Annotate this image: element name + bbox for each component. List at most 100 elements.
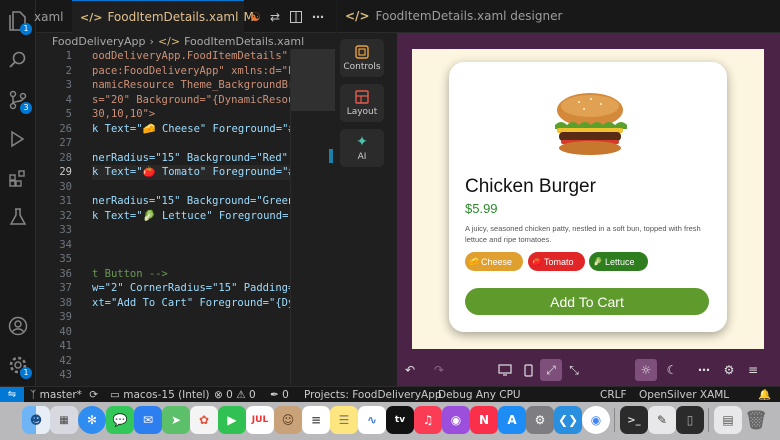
editor-tab-bar: xaml </> FoodItemDetails.xaml M ☯ ⇄ ⋯ [34,0,336,33]
ingredient-chip-cheese: 🧀 Cheese [465,252,523,271]
facetime-icon[interactable]: ▶ [218,406,246,434]
build-config[interactable]: Debug Any CPU [438,387,521,403]
notes-icon[interactable]: ☰ [330,406,358,434]
line-number: 36 [59,267,72,280]
settings-gear-icon[interactable]: 1 [7,354,32,379]
podcasts-icon[interactable]: ◉ [442,406,470,434]
news-icon[interactable]: N [470,406,498,434]
page-preview[interactable]: Chicken Burger $5.99 A juicy, seasoned c… [412,49,764,349]
source-control-icon[interactable]: 3 [7,89,32,114]
undo-icon[interactable]: ↶ [399,359,421,381]
line-number: 4 [65,93,72,106]
lettuce-icon: 🥬 [593,257,603,266]
notifications-bell-icon[interactable]: 🔔 [758,387,771,403]
minimap[interactable] [290,49,336,386]
line-number: 33 [59,224,72,236]
testing-icon[interactable] [7,206,29,228]
code-editor[interactable]: 1 2 3 4 5 26 27 28 29 30 31 32 33 34 35 … [36,49,290,386]
minimap-slider[interactable] [291,49,335,111]
target-indicator[interactable]: ▭ macos-15 (Intel) [110,387,210,403]
ai-button[interactable]: ✦ AI [340,129,384,167]
messages-icon[interactable]: 💬 [106,406,134,434]
freeform-icon[interactable]: ∿ [358,406,386,434]
terminal-icon[interactable]: >_ [620,406,648,434]
ports-indicator[interactable]: ✒ 0 [270,387,289,403]
chrome-icon[interactable]: ◉ [582,406,610,434]
open-changes-icon[interactable]: ⇄ [270,0,286,33]
dark-theme-icon[interactable]: ☾ [661,359,683,381]
calendar-icon[interactable]: JUL [246,406,274,434]
app-store-icon[interactable]: A [498,406,526,434]
tab-designer[interactable]: </> FoodItemDetails.xaml designer [337,0,562,33]
more-actions-icon[interactable]: ⋯ [312,0,328,33]
breadcrumb-project[interactable]: FoodDeliveryApp [52,35,146,48]
split-editor-icon[interactable] [290,0,306,33]
script-editor-icon[interactable]: ✎ [648,406,676,434]
vscode-icon[interactable]: ❮❯ [554,406,582,434]
shrink-icon[interactable]: ⤡ [563,359,585,381]
line-ending[interactable]: CRLF [600,387,627,403]
light-theme-icon[interactable]: ☼ [635,359,657,381]
branch-indicator[interactable]: ᛉ master* ⟳ [30,387,98,403]
tab-food-item-details[interactable]: </> FoodItemDetails.xaml M [72,0,254,33]
system-settings-icon[interactable]: ⚙ [526,406,554,434]
code-lines[interactable]: oodDeliveryApp.FoodItemDetails" pace:Foo… [92,49,290,383]
fit-to-screen-icon[interactable]: ⤢ [540,359,562,381]
search-icon[interactable] [7,49,29,71]
extensions-icon[interactable] [7,167,29,189]
tv-icon[interactable]: tv [386,406,414,434]
designer-bottom-toolbar: ↶ ↷ ⤢ ⤡ ☼ ☾ ⋯ ⚙ ≡ [397,355,780,386]
more-options-icon[interactable]: ⋯ [693,359,715,381]
chevron-right-icon: › [149,34,154,48]
add-to-cart-button[interactable]: Add To Cart [465,288,709,315]
desktop-view-icon[interactable] [494,359,516,381]
redo-icon[interactable]: ↷ [428,359,450,381]
error-icon: ⊗ [214,389,223,401]
sync-icon: ⟳ [89,389,99,401]
language-mode[interactable]: OpenSilver XAML [639,387,729,403]
code-line: nerRadius="15" Background="Green" [92,195,290,207]
rss-icon[interactable]: ☯ [250,0,266,33]
problems-indicator[interactable]: ⊗ 0 ⚠ 0 [214,387,256,403]
menu-icon[interactable]: ≡ [742,359,764,381]
downloads-stack-icon[interactable]: ▤ [714,406,742,434]
contacts-icon[interactable]: ☺ [274,406,302,434]
trash-icon[interactable]: 🗑 [742,406,770,434]
mail-icon[interactable]: ✉ [134,406,162,434]
explorer-icon[interactable]: 1 [7,10,32,35]
line-number: 1 [65,50,72,62]
code-line: s="20" Background="{DynamicResourc [92,93,290,106]
tab-previous[interactable]: xaml [34,0,63,33]
xaml-file-icon: </> [345,9,370,23]
line-number: 34 [59,238,72,251]
project-indicator[interactable]: Projects: FoodDeliveryApp [304,387,442,403]
code-line: namicResource Theme_BackgroundBrus [92,79,290,91]
breadcrumb-file[interactable]: FoodItemDetails.xaml [184,35,304,48]
layout-icon [355,89,369,104]
line-number: 40 [59,325,72,338]
run-debug-icon[interactable] [7,128,29,150]
music-icon[interactable]: ♫ [414,406,442,434]
xaml-file-icon: </> [157,34,181,48]
ingredient-chip-tomato: 🍅 Tomato [528,252,585,271]
code-line: t Button --> [92,267,168,280]
maps-icon[interactable]: ➤ [162,406,190,434]
simulator-icon[interactable]: ▯ [676,406,704,434]
finder-icon[interactable]: ☻ [22,406,50,434]
safari-icon[interactable]: ✻ [78,406,106,434]
controls-button[interactable]: Controls [340,39,384,77]
accounts-icon[interactable] [7,315,29,337]
launchpad-icon[interactable]: ▦ [50,406,78,434]
remote-indicator-icon[interactable]: ⇋ [0,387,24,403]
mobile-view-icon[interactable] [517,359,539,381]
food-item-card[interactable]: Chicken Burger $5.99 A juicy, seasoned c… [449,62,727,332]
settings-gear-icon[interactable]: ⚙ [718,359,740,381]
layout-button[interactable]: Layout [340,84,384,122]
photos-icon[interactable]: ✿ [190,406,218,434]
reminders-icon[interactable]: ≡ [302,406,330,434]
design-canvas[interactable]: Chicken Burger $5.99 A juicy, seasoned c… [397,33,780,355]
